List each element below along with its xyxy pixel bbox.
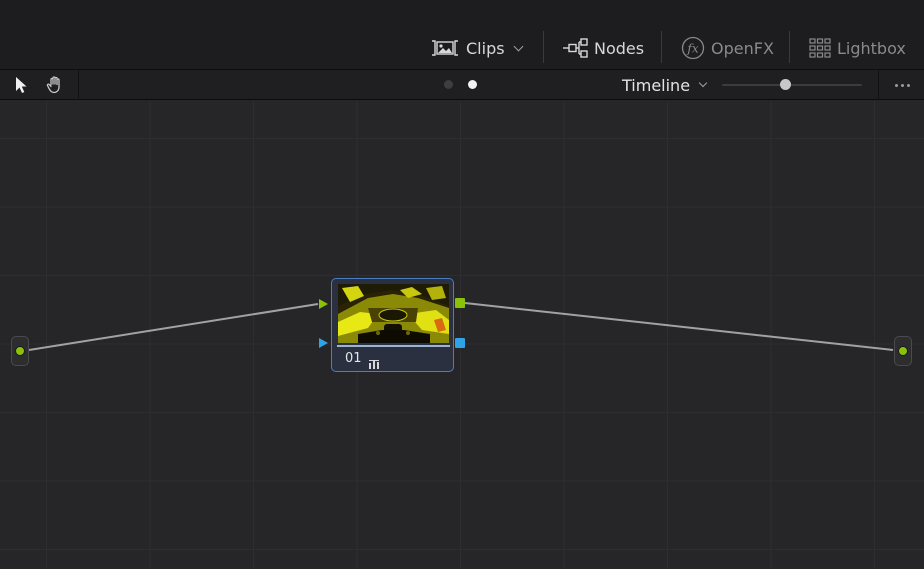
more-options-button[interactable] (888, 74, 916, 96)
toolbar-divider (78, 70, 79, 100)
zoom-slider-thumb[interactable] (779, 79, 791, 90)
header-divider (543, 31, 544, 63)
lightbox-label: Lightbox (837, 38, 906, 58)
header-divider (661, 31, 662, 63)
more-icon (894, 83, 898, 87)
hand-tool-button[interactable] (44, 74, 66, 96)
pointer-icon (16, 77, 27, 93)
lightbox-button[interactable]: Lightbox (809, 34, 906, 62)
timeline-output-node[interactable] (894, 336, 912, 366)
node-progress-bar (337, 345, 450, 347)
timeline-selector[interactable]: Timeline (622, 74, 708, 96)
corrector-node-01[interactable]: 01 (331, 278, 454, 372)
motorcycle-thumbnail-image (338, 284, 449, 343)
node-editor-toolbar: Timeline (0, 70, 924, 100)
more-icon-dot (906, 83, 910, 87)
nodes-button[interactable]: Nodes (562, 34, 644, 62)
connection-wires (28, 302, 894, 351)
clips-label: Clips (466, 38, 505, 58)
openfx-button[interactable]: fx OpenFX (681, 34, 774, 62)
rgb-input-port[interactable] (898, 346, 908, 356)
bars-icon (369, 354, 379, 373)
nodes-label: Nodes (594, 38, 645, 58)
openfx-label: OpenFX (711, 38, 774, 58)
source-input-node[interactable] (11, 336, 29, 366)
clips-button[interactable]: Clips (430, 34, 524, 62)
node-to-output-wire (464, 302, 894, 351)
input-to-node-wire (28, 303, 319, 351)
node-number-label: 01 (345, 351, 362, 366)
chevron-down-icon (513, 41, 524, 51)
pointer-tool-button[interactable] (10, 74, 32, 96)
node-rgb-output-port[interactable] (455, 298, 465, 308)
nodes-icon (562, 38, 588, 58)
node-alpha-input-port[interactable] (319, 338, 328, 348)
page-header: Clips Nodes fx OpenFX Lightbox (0, 0, 924, 70)
grid-icon (809, 38, 831, 58)
fx-icon: fx (681, 36, 705, 60)
node-graph-canvas[interactable]: 01 (0, 101, 924, 569)
chevron-down-icon (698, 78, 708, 88)
page-indicator-2[interactable] (468, 80, 477, 89)
toolbar-divider (878, 70, 879, 100)
svg-text:fx: fx (686, 42, 698, 56)
header-divider (789, 31, 790, 63)
zoom-slider-track[interactable] (722, 84, 862, 86)
more-icon-dot (900, 83, 904, 87)
page-indicator-1[interactable] (444, 80, 453, 89)
node-alpha-output-port[interactable] (455, 338, 465, 348)
clips-icon (430, 39, 460, 57)
timeline-label: Timeline (622, 75, 691, 95)
hand-icon (46, 76, 60, 94)
rgb-output-port[interactable] (15, 346, 25, 356)
node-rgb-input-port[interactable] (319, 299, 328, 309)
node-thumbnail (338, 284, 449, 343)
